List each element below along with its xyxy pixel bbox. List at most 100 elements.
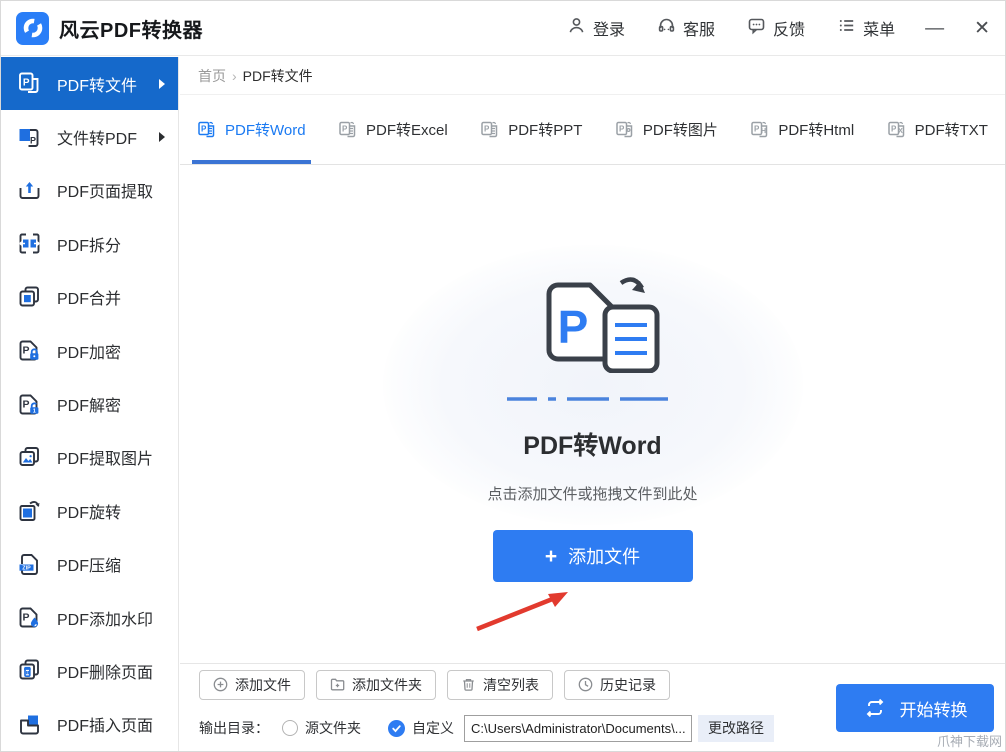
sidebar-item-rotate[interactable]: PDF旋转	[1, 484, 178, 537]
breadcrumb-separator: ›	[232, 67, 237, 84]
pdf-rotate-icon	[19, 501, 40, 522]
svg-text:P: P	[754, 124, 760, 133]
app-logo-icon	[16, 11, 49, 45]
feedback-button[interactable]: 反馈	[747, 16, 805, 40]
clear-list-button[interactable]: 清空列表	[447, 669, 553, 700]
main-panel: 首页 › PDF转文件 P PDF转Word P PDF转Excel P PDF…	[180, 57, 1005, 751]
sidebar-item-label: PDF合并	[57, 291, 122, 309]
tab-label: PDF转Excel	[366, 122, 448, 139]
sidebar-item-merge[interactable]: PDF合并	[1, 271, 178, 324]
sidebar-item-label: PDF加密	[57, 344, 122, 362]
tab-pdf-to-ppt[interactable]: P PDF转PPT	[480, 95, 582, 164]
sidebar-item-pdf-to-file[interactable]: P PDF转文件	[1, 57, 178, 111]
pdf-to-file-icon: P	[19, 72, 39, 94]
delete-page-icon	[19, 660, 39, 680]
trash-icon	[463, 678, 474, 691]
login-button[interactable]: 登录	[567, 16, 625, 40]
output-path-input[interactable]	[464, 714, 692, 742]
watermark: 爪神下载网	[936, 734, 1002, 749]
svg-text:ZIP: ZIP	[22, 565, 31, 571]
extract-image-icon	[19, 446, 39, 466]
tab-pdf-to-html[interactable]: H P PDF转Html	[750, 95, 854, 164]
sidebar-item-label: PDF压缩	[57, 558, 122, 576]
svg-text:P: P	[22, 612, 29, 624]
tab-label: PDF转图片	[642, 122, 718, 139]
add-folder-button[interactable]: 添加文件夹	[316, 669, 436, 700]
sidebar-item-label: PDF旋转	[57, 504, 122, 522]
sidebar-item-extract-images[interactable]: PDF提取图片	[1, 431, 178, 484]
plus-icon: +	[544, 544, 558, 568]
add-watermark-icon: P	[19, 607, 39, 628]
sidebar-item-decrypt[interactable]: P 1 PDF解密	[1, 377, 178, 430]
pdf-encrypt-icon: P	[19, 340, 39, 361]
add-file-button[interactable]: 添加文件	[199, 669, 305, 700]
sidebar-item-label: PDF插入页面	[57, 718, 154, 736]
sidebar-item-page-extract[interactable]: PDF页面提取	[1, 164, 178, 217]
sidebar-item-split[interactable]: PDF拆分	[1, 217, 178, 270]
annotation-arrow-icon	[473, 587, 573, 637]
sidebar-item-insert-pages[interactable]: PDF插入页面	[1, 698, 178, 751]
minimize-button[interactable]: —	[925, 19, 944, 38]
pdf-compress-icon: ZIP	[19, 553, 38, 575]
tab-pdf-to-word[interactable]: P PDF转Word	[192, 95, 311, 164]
add-file-label: 添加文件	[568, 547, 641, 567]
dropzone[interactable]: P PDF转Word 点击添加文件或拖拽文件到此处 + 添加文件	[180, 165, 1005, 663]
pdf-to-word-hero-icon: P	[517, 273, 669, 378]
pdf-merge-icon	[19, 286, 39, 307]
sidebar-item-label: PDF删除页面	[57, 664, 154, 682]
titlebar-actions: 登录 客服 反馈 菜单 — ✕	[535, 16, 990, 40]
pdf-to-word-icon: P	[198, 121, 215, 137]
tab-label: PDF转Html	[778, 122, 855, 139]
tab-pdf-to-image[interactable]: P PDF转图片	[615, 95, 718, 164]
breadcrumb-current: PDF转文件	[242, 67, 313, 84]
radio-unchecked-icon	[282, 720, 298, 736]
change-path-button[interactable]: 更改路径	[698, 714, 774, 742]
plus-circle-icon	[213, 677, 228, 692]
sidebar-item-encrypt[interactable]: P PDF加密	[1, 324, 178, 377]
tab-label: PDF转TXT	[914, 122, 988, 139]
feedback-icon	[747, 16, 766, 40]
radio-checked-icon	[388, 719, 405, 737]
folder-plus-icon	[330, 678, 345, 691]
title-bar: 风云PDF转换器 登录 客服 反馈 菜单 — ✕	[1, 1, 1005, 56]
sidebar-item-watermark[interactable]: P PDF添加水印	[1, 591, 178, 644]
source-folder-radio[interactable]: 源文件夹	[282, 718, 361, 738]
svg-text:P: P	[30, 135, 36, 145]
pdf-decrypt-icon: P 1	[19, 394, 39, 414]
add-file-primary-button[interactable]: + 添加文件	[492, 530, 693, 582]
tab-label: PDF转Word	[225, 122, 306, 139]
svg-text:P: P	[557, 301, 588, 353]
breadcrumb-home[interactable]: 首页	[198, 66, 226, 86]
support-button[interactable]: 客服	[657, 16, 715, 40]
dashed-underline	[506, 388, 679, 406]
app-title: 风云PDF转换器	[59, 19, 203, 42]
sidebar-item-label: PDF拆分	[57, 237, 122, 255]
tab-pdf-to-txt[interactable]: X P PDF转TXT	[887, 95, 988, 164]
custom-folder-radio[interactable]: 自定义	[388, 718, 454, 738]
convert-loop-icon	[866, 698, 883, 718]
close-button[interactable]: ✕	[974, 19, 990, 38]
clock-icon	[578, 677, 593, 692]
svg-text:P: P	[22, 398, 29, 410]
svg-text:P: P	[484, 124, 490, 133]
sidebar-item-label: PDF页面提取	[57, 184, 154, 202]
history-button[interactable]: 历史记录	[564, 669, 670, 700]
sidebar-item-label: 文件转PDF	[57, 131, 138, 149]
svg-text:P: P	[342, 124, 348, 133]
app-window: 风云PDF转换器 登录 客服 反馈 菜单 — ✕ P PDF转文件 P 文件转P…	[0, 0, 1006, 752]
dropzone-title: PDF转Word	[523, 432, 662, 460]
sidebar: P PDF转文件 P 文件转PDF PDF页面提取 PDF拆分 PDF合并 P …	[1, 57, 179, 751]
menu-button[interactable]: 菜单	[837, 16, 895, 40]
start-convert-button[interactable]: 开始转换	[836, 684, 994, 732]
headset-icon	[657, 16, 676, 40]
sidebar-item-delete-pages[interactable]: PDF删除页面	[1, 644, 178, 697]
tab-pdf-to-excel[interactable]: P PDF转Excel	[338, 95, 448, 164]
sidebar-item-compress[interactable]: ZIP PDF压缩	[1, 538, 178, 591]
svg-text:1: 1	[33, 408, 36, 414]
sidebar-item-file-to-pdf[interactable]: P 文件转PDF	[1, 110, 178, 163]
dropzone-hint: 点击添加文件或拖拽文件到此处	[487, 486, 698, 503]
pdf-to-excel-icon: P	[339, 121, 356, 137]
output-dir-label: 输出目录：	[199, 720, 269, 736]
svg-text:P: P	[23, 77, 30, 88]
submenu-arrow-icon	[159, 132, 165, 143]
